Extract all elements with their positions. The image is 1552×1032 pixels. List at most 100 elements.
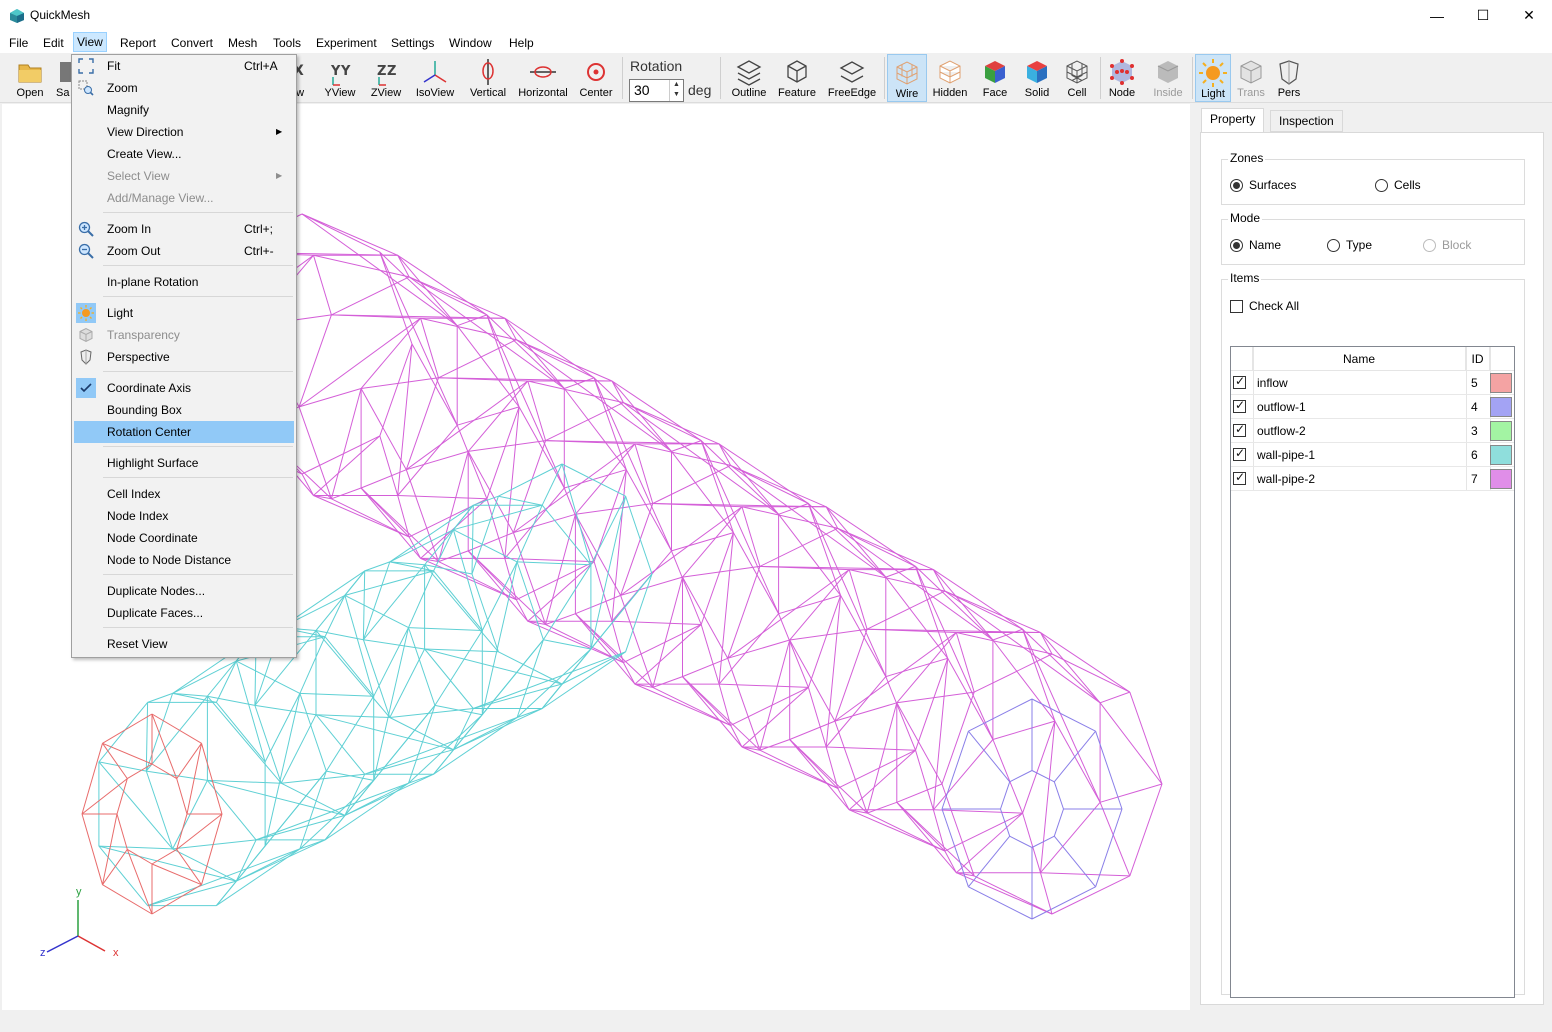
wall-pipe-2-mesh	[593, 377, 672, 452]
isoview-button[interactable]: IsoView	[412, 54, 458, 102]
menu-item-cell-index[interactable]: Cell Index	[74, 483, 294, 505]
row-color-swatch[interactable]	[1490, 469, 1512, 489]
menu-item-zoom[interactable]: Zoom	[74, 77, 294, 99]
free-edge-button[interactable]: FreeEdge	[826, 54, 878, 102]
horizontal-rotation-button[interactable]: Horizontal	[516, 54, 570, 102]
menu-item-node-to-node-distance[interactable]: Node to Node Distance	[74, 549, 294, 571]
z-axis-label: z	[40, 947, 46, 959]
wall-pipe-2-mesh	[682, 576, 729, 659]
menu-item-view-direction[interactable]: View Direction ▶	[74, 121, 294, 143]
tab-inspection[interactable]: Inspection	[1270, 110, 1343, 132]
wall-pipe-2-mesh	[700, 440, 780, 614]
wall-pipe-2-mesh	[298, 406, 332, 499]
wall-pipe-2-mesh	[682, 506, 743, 578]
menu-item-in-plane-rotation[interactable]: In-plane Rotation	[74, 271, 294, 293]
feature-button[interactable]: Feature	[776, 54, 818, 102]
transparency-icon	[79, 327, 93, 343]
center-button[interactable]: Center	[576, 54, 616, 102]
open-button[interactable]: Open	[10, 54, 50, 102]
vertical-rotation-button[interactable]: Vertical	[466, 54, 510, 102]
submenu-arrow-icon: ▶	[276, 127, 283, 136]
table-header-name[interactable]: Name	[1253, 347, 1466, 371]
menu-view[interactable]: View	[73, 32, 107, 52]
menu-item-rotation-center[interactable]: Rotation Center	[74, 421, 294, 443]
wall-pipe-2-mesh	[933, 569, 1023, 630]
row-color-swatch[interactable]	[1490, 421, 1512, 441]
menu-settings[interactable]: Settings	[388, 33, 437, 53]
wall-pipe-2-mesh	[438, 451, 469, 562]
rotation-spinner[interactable]: ▲ ▼	[669, 80, 683, 101]
menu-tools[interactable]: Tools	[270, 33, 304, 53]
table-row[interactable]: outflow-1 4	[1231, 395, 1514, 419]
wall-pipe-2-mesh	[408, 276, 488, 316]
node-button[interactable]: Node	[1103, 54, 1141, 102]
outline-button[interactable]: Outline	[728, 54, 770, 102]
menu-item-node-index[interactable]: Node Index	[74, 505, 294, 527]
menu-item-reset-view[interactable]: Reset View	[74, 633, 294, 655]
table-row[interactable]: wall-pipe-2 7	[1231, 467, 1514, 491]
row-checkbox[interactable]	[1233, 374, 1246, 389]
type-radio[interactable]: Type	[1327, 238, 1372, 252]
face-button[interactable]: Face	[976, 54, 1014, 102]
menu-window[interactable]: Window	[446, 33, 495, 53]
rotation-input[interactable]: 30 ▲ ▼	[629, 79, 684, 102]
row-color-swatch[interactable]	[1490, 373, 1512, 393]
check-all-box[interactable]	[1230, 299, 1243, 313]
menu-item-node-coordinate[interactable]: Node Coordinate	[74, 527, 294, 549]
menu-item-light[interactable]: Light	[74, 302, 294, 324]
wall-pipe-2-mesh	[1099, 691, 1130, 704]
cell-button[interactable]: Cell	[1058, 54, 1096, 102]
menu-separator	[103, 212, 293, 213]
table-row[interactable]: inflow 5	[1231, 371, 1514, 395]
solid-button[interactable]: Solid	[1018, 54, 1056, 102]
name-radio[interactable]: Name	[1230, 238, 1281, 252]
menu-item-fit[interactable]: Fit Ctrl+A	[74, 55, 294, 77]
menu-convert[interactable]: Convert	[168, 33, 216, 53]
maximize-button[interactable]: ☐	[1460, 0, 1506, 31]
menu-item-zoom-out[interactable]: Zoom Out Ctrl+-	[74, 240, 294, 262]
minimize-button[interactable]: —	[1414, 0, 1460, 31]
table-row[interactable]: wall-pipe-1 6	[1231, 443, 1514, 467]
row-color-swatch[interactable]	[1490, 445, 1512, 465]
wall-pipe-1-mesh	[363, 639, 425, 650]
row-color-swatch[interactable]	[1490, 397, 1512, 417]
menu-experiment[interactable]: Experiment	[313, 33, 380, 53]
menu-item-create-view[interactable]: Create View...	[74, 143, 294, 165]
menu-report[interactable]: Report	[117, 33, 159, 53]
menu-item-highlight-surface[interactable]: Highlight Surface	[74, 452, 294, 474]
inside-button[interactable]: Inside	[1148, 54, 1188, 102]
row-checkbox[interactable]	[1233, 398, 1246, 413]
perspective-button[interactable]: Pers	[1271, 54, 1307, 102]
menu-item-zoom-in[interactable]: Zoom In Ctrl+;	[74, 218, 294, 240]
yview-button[interactable]: YY YView	[320, 54, 360, 102]
zview-button[interactable]: ZZ ZView	[366, 54, 406, 102]
light-button[interactable]: Light	[1195, 54, 1231, 102]
menu-mesh[interactable]: Mesh	[225, 33, 260, 53]
row-checkbox[interactable]	[1233, 446, 1246, 461]
menu-item-magnify[interactable]: Magnify	[74, 99, 294, 121]
menu-edit[interactable]: Edit	[40, 33, 67, 53]
wall-pipe-2-mesh	[331, 487, 362, 500]
inflow-mesh	[151, 884, 202, 915]
menu-file[interactable]: File	[6, 33, 31, 53]
wall-pipe-2-mesh	[807, 503, 842, 596]
row-checkbox[interactable]	[1233, 422, 1246, 437]
svg-text:Z: Z	[377, 64, 386, 79]
close-button[interactable]: ✕	[1506, 0, 1552, 31]
menu-help[interactable]: Help	[506, 33, 537, 53]
row-checkbox[interactable]	[1233, 470, 1246, 485]
cells-radio[interactable]: Cells	[1375, 178, 1421, 192]
table-header-id[interactable]: ID	[1466, 347, 1490, 371]
menu-item-bounding-box[interactable]: Bounding Box	[74, 399, 294, 421]
transparency-button[interactable]: Trans	[1233, 54, 1269, 102]
menu-item-duplicate-nodes[interactable]: Duplicate Nodes...	[74, 580, 294, 602]
surfaces-radio[interactable]: Surfaces	[1230, 178, 1296, 192]
wire-button[interactable]: Wire	[887, 54, 927, 102]
menu-item-duplicate-faces[interactable]: Duplicate Faces...	[74, 602, 294, 624]
tab-property[interactable]: Property	[1201, 108, 1265, 133]
hidden-button[interactable]: Hidden	[930, 54, 970, 102]
menu-item-coordinate-axis[interactable]: Coordinate Axis	[74, 377, 294, 399]
check-all-checkbox[interactable]: Check All	[1230, 299, 1299, 313]
table-row[interactable]: outflow-2 3	[1231, 419, 1514, 443]
menu-item-perspective[interactable]: Perspective	[74, 346, 294, 368]
